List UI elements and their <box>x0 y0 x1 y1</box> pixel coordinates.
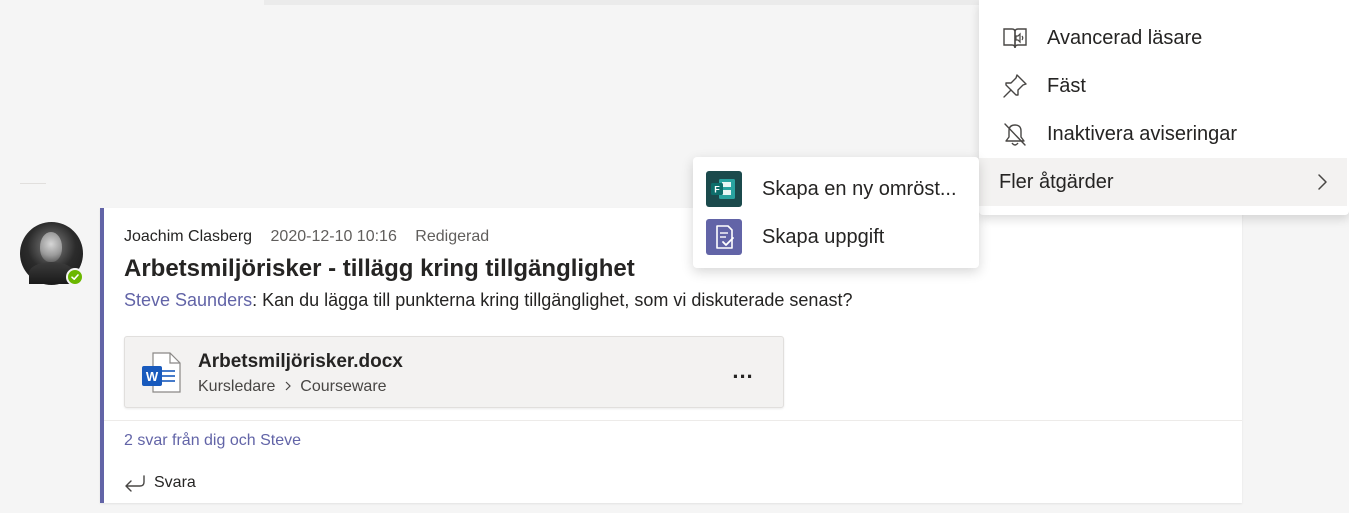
message-context-menu: Avancerad läsare Fäst Inaktivera aviseri… <box>979 0 1349 215</box>
reply-arrow-icon <box>125 475 145 492</box>
message-subject: Arbetsmiljörisker - tillägg kring tillgä… <box>124 255 635 282</box>
message-timestamp: 2020-12-10 10:16 <box>270 228 397 245</box>
submenu-item-create-assignment[interactable]: Skapa uppgift <box>693 213 979 261</box>
attachment-file-name[interactable]: Arbetsmiljörisker.docx <box>198 351 403 373</box>
replies-link[interactable]: 2 svar från dig och Steve <box>124 432 301 450</box>
message-body-text: Kan du lägga till punkterna kring tillgä… <box>257 290 853 310</box>
attachment-path-child: Courseware <box>300 378 387 395</box>
pin-icon <box>1001 72 1029 100</box>
path-chevron-icon <box>285 381 291 391</box>
word-file-icon: W <box>139 350 185 396</box>
attachment-card[interactable]: W Arbetsmiljörisker.docx Kursledare Cour… <box>124 336 784 408</box>
submenu-item-create-poll[interactable]: F Skapa en ny omröst... <box>693 165 979 213</box>
menu-item-label: Inaktivera aviseringar <box>1047 122 1238 145</box>
chevron-right-icon <box>1318 174 1327 190</box>
menu-item-immersive-reader[interactable]: Avancerad läsare <box>979 14 1347 62</box>
attachment-path: Kursledare Courseware <box>198 378 387 396</box>
attachment-more-button[interactable]: ... <box>725 355 761 387</box>
message-card: Joachim Clasberg 2020-12-10 10:16 Redige… <box>100 208 1242 503</box>
reply-label: Svara <box>154 474 196 491</box>
menu-item-mute-notifications[interactable]: Inaktivera aviseringar <box>979 110 1347 158</box>
svg-text:F: F <box>714 185 720 195</box>
top-strip <box>264 0 984 5</box>
reply-button[interactable]: Svara <box>124 470 196 496</box>
menu-item-pin[interactable]: Fäst <box>979 62 1347 110</box>
assignments-app-icon <box>706 219 742 255</box>
menu-item-more-actions[interactable]: Fler åtgärder <box>979 158 1347 206</box>
avatar-face <box>40 232 62 262</box>
bell-off-icon <box>1001 120 1029 148</box>
submenu-item-label: Skapa uppgift <box>762 225 885 248</box>
submenu-item-label: Skapa en ny omröst... <box>762 177 957 200</box>
presence-available-icon <box>66 268 84 286</box>
mention-link[interactable]: Steve Saunders <box>124 290 252 310</box>
card-separator <box>104 420 1242 421</box>
svg-text:W: W <box>146 369 159 384</box>
message-author[interactable]: Joachim Clasberg <box>124 228 252 245</box>
attachment-path-root: Kursledare <box>198 378 276 395</box>
forms-app-icon: F <box>706 171 742 207</box>
thread-divider <box>20 183 46 184</box>
menu-item-label: Avancerad läsare <box>1047 26 1203 49</box>
message-body: Steve Saunders: Kan du lägga till punkte… <box>124 290 852 311</box>
edited-label: Redigerad <box>415 228 490 245</box>
menu-item-label: Fäst <box>1047 74 1086 97</box>
more-actions-submenu: F Skapa en ny omröst... Skapa uppgift <box>693 157 979 268</box>
message-meta: Joachim Clasberg 2020-12-10 10:16 Redige… <box>124 228 489 246</box>
menu-item-label: Fler åtgärder <box>999 170 1114 193</box>
immersive-reader-icon <box>1001 24 1029 52</box>
